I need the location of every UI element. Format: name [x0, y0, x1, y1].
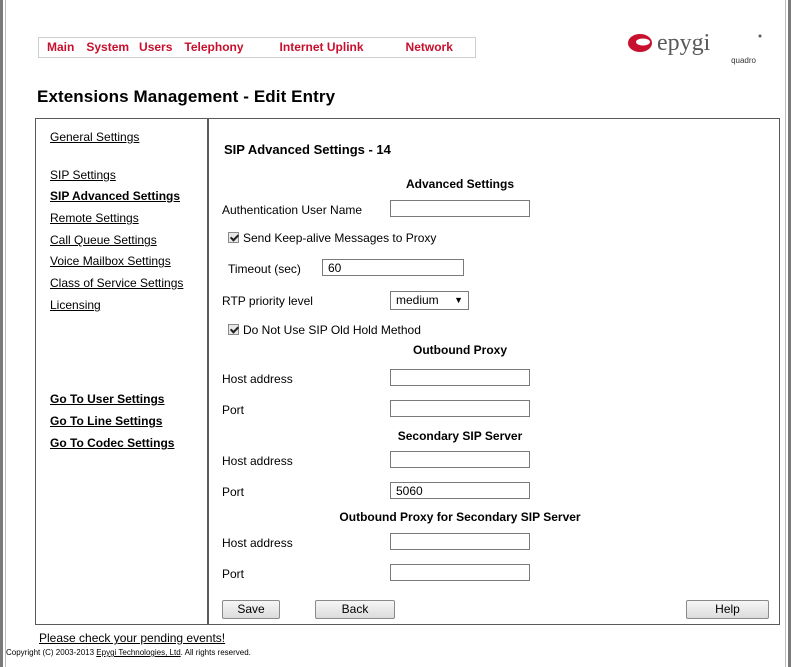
outbound2-host-input[interactable] — [390, 533, 530, 550]
sidebar-item-class-of-service-settings[interactable]: Class of Service Settings — [50, 276, 183, 290]
timeout-label: Timeout (sec) — [228, 262, 301, 276]
secondary-host-input[interactable] — [390, 451, 530, 468]
sidebar-item-licensing[interactable]: Licensing — [50, 298, 101, 312]
sidebar-item-sip-advanced-settings[interactable]: SIP Advanced Settings — [50, 189, 180, 203]
outbound-proxy-heading: Outbound Proxy — [413, 343, 507, 357]
content-panel: General Settings SIP Settings SIP Advanc… — [35, 118, 780, 625]
go-to-line-settings-link[interactable]: Go To Line Settings — [50, 414, 162, 428]
svg-text:epygi: epygi — [657, 30, 711, 56]
rtp-priority-select[interactable]: medium ▼ — [390, 291, 469, 310]
secondary-host-label: Host address — [222, 454, 293, 468]
advanced-settings-heading: Advanced Settings — [405, 177, 515, 191]
help-button[interactable]: Help — [686, 600, 769, 619]
outbound-proxy-secondary-heading: Outbound Proxy for Secondary SIP Server — [339, 510, 581, 524]
window-frame-left — [0, 0, 3, 667]
pending-events-link[interactable]: Please check your pending events! — [39, 631, 225, 645]
outbound-port-label: Port — [222, 403, 245, 417]
outbound-host-label: Host address — [222, 372, 293, 386]
menu-telephony[interactable]: Telephony — [178, 38, 261, 57]
keepalive-label: Send Keep-alive Messages to Proxy — [243, 231, 437, 245]
menu-internet-uplink[interactable]: Internet Uplink — [262, 38, 388, 57]
copyright-prefix: Copyright (C) 2003-2013 — [6, 648, 95, 657]
sidebar-item-general-settings[interactable]: General Settings — [50, 130, 139, 144]
rtp-priority-label: RTP priority level — [222, 294, 313, 308]
page-title: Extensions Management - Edit Entry — [37, 87, 336, 106]
keepalive-checkbox[interactable] — [228, 232, 239, 243]
secondary-port-input[interactable]: 5060 — [390, 482, 530, 499]
auth-user-name-input[interactable] — [390, 200, 530, 217]
menu-users[interactable]: Users — [133, 38, 178, 57]
menu-network[interactable]: Network — [388, 38, 475, 57]
epygi-logo: epygi quadro — [626, 28, 766, 68]
sidebar-item-call-queue-settings[interactable]: Call Queue Settings — [50, 233, 157, 247]
copyright-suffix: . All rights reserved. — [180, 648, 251, 657]
window-frame-right-inner — [785, 0, 786, 667]
save-button[interactable]: Save — [222, 600, 280, 619]
top-menu: Main System Users Telephony Internet Upl… — [38, 37, 476, 58]
no-old-hold-checkbox[interactable] — [228, 324, 239, 335]
sidebar: General Settings SIP Settings SIP Advanc… — [36, 119, 209, 624]
window-frame-left-inner — [5, 0, 6, 667]
sidebar-item-remote-settings[interactable]: Remote Settings — [50, 211, 139, 225]
epygi-technologies-link[interactable]: Epygi Technologies, Ltd — [96, 648, 180, 657]
timeout-input[interactable]: 60 — [322, 259, 464, 276]
outbound-port-input[interactable] — [390, 400, 530, 417]
menu-main[interactable]: Main — [39, 38, 82, 57]
main-form: SIP Advanced Settings - 14 Advanced Sett… — [209, 119, 779, 624]
logo-subtitle: quadro — [731, 56, 756, 65]
menu-system[interactable]: System — [82, 38, 133, 57]
no-old-hold-label: Do Not Use SIP Old Hold Method — [243, 323, 421, 337]
outbound2-host-label: Host address — [222, 536, 293, 550]
back-button[interactable]: Back — [315, 600, 395, 619]
secondary-port-label: Port — [222, 485, 245, 499]
section-title: SIP Advanced Settings - 14 — [224, 142, 391, 157]
go-to-codec-settings-link[interactable]: Go To Codec Settings — [50, 436, 174, 450]
outbound2-port-input[interactable] — [390, 564, 530, 581]
chevron-down-icon: ▼ — [454, 295, 463, 305]
sidebar-item-sip-settings[interactable]: SIP Settings — [50, 168, 116, 182]
copyright: Copyright (C) 2003-2013 Epygi Technologi… — [6, 648, 251, 657]
outbound-host-input[interactable] — [390, 369, 530, 386]
sidebar-item-voice-mailbox-settings[interactable]: Voice Mailbox Settings — [50, 254, 171, 268]
outbound2-port-label: Port — [222, 567, 245, 581]
go-to-user-settings-link[interactable]: Go To User Settings — [50, 392, 164, 406]
secondary-sip-server-heading: Secondary SIP Server — [397, 429, 523, 443]
rtp-priority-value: medium — [396, 293, 439, 307]
auth-user-name-label: Authentication User Name — [222, 203, 363, 217]
